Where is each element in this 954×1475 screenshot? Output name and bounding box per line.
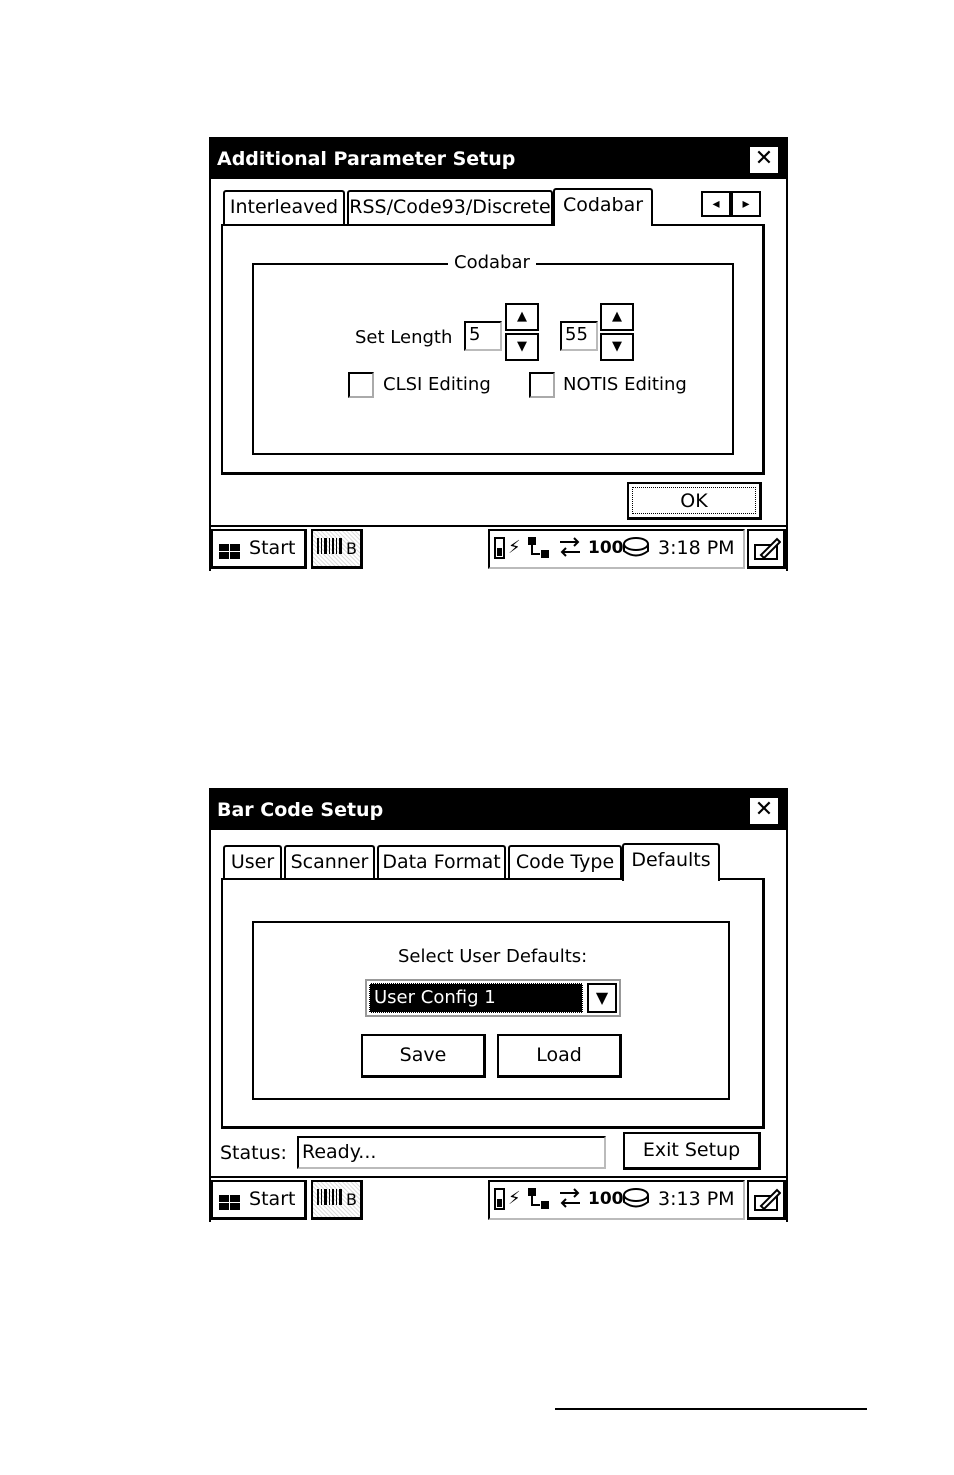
close-button[interactable]: ✕ (748, 796, 780, 826)
down-arrow-icon: ▼ (517, 339, 527, 354)
system-tray: ⚡ 100 3:18 PM (488, 529, 745, 569)
tab-interleaved[interactable]: Interleaved (223, 190, 345, 224)
input-panel-button[interactable] (747, 1180, 786, 1220)
windows-flag-icon (217, 539, 243, 559)
window-title-bar: Additional Parameter Setup ✕ (211, 139, 786, 179)
sync-arrows-icon (558, 536, 582, 565)
window-title: Bar Code Setup (217, 799, 384, 821)
clock-time: 3:13 PM (658, 1188, 735, 1210)
group-title: Codabar (448, 252, 536, 274)
tab-codabar[interactable]: Codabar (553, 188, 653, 226)
tab-panel-defaults: Select User Defaults: User Config 1 ▼ Sa… (221, 878, 765, 1129)
signal-strength-icon: 100 (588, 1189, 624, 1209)
up-arrow-icon: ▲ (517, 309, 527, 324)
taskbar: Start B ⚡ 100 3:18 PM (211, 525, 786, 571)
ok-button[interactable]: OK (627, 482, 762, 520)
input-panel-button[interactable] (747, 529, 786, 569)
ok-button-label: OK (632, 487, 756, 514)
window-title-bar: Bar Code Setup ✕ (211, 790, 786, 830)
tab-rss-code93-discrete[interactable]: RSS/Code93/Discrete (347, 190, 553, 224)
tab-code-type[interactable]: Code Type (508, 845, 622, 879)
chevron-right-icon: ▸ (742, 196, 750, 212)
start-label: Start (249, 537, 296, 559)
select-user-defaults-label: Select User Defaults: (398, 946, 588, 967)
disk-icon (622, 1187, 650, 1216)
disk-icon (622, 536, 650, 565)
close-button[interactable]: ✕ (748, 145, 780, 175)
notis-editing-checkbox[interactable] (529, 372, 555, 398)
min-length-up-button[interactable]: ▲ (505, 303, 539, 331)
chevron-down-icon: ▼ (595, 988, 609, 1007)
power-lightning-icon: ⚡ (508, 537, 521, 558)
start-label: Start (249, 1188, 296, 1210)
save-button[interactable]: Save (361, 1034, 486, 1078)
taskbar-app-label: B (346, 539, 357, 558)
bar-code-setup-window: Bar Code Setup ✕ User Scanner Data Forma… (209, 788, 788, 1222)
barcode-icon (316, 532, 346, 566)
pencil-keyboard-icon (753, 535, 782, 574)
clsi-editing-checkbox[interactable] (348, 372, 374, 398)
windows-flag-icon (217, 1190, 243, 1210)
down-arrow-icon: ▼ (612, 339, 622, 354)
battery-icon (492, 536, 508, 565)
tab-defaults[interactable]: Defaults (622, 843, 720, 881)
taskbar-app-button[interactable]: B (311, 1180, 363, 1220)
battery-icon (492, 1187, 508, 1216)
network-icon (526, 536, 552, 565)
tab-user[interactable]: User (223, 845, 282, 879)
tab-scanner[interactable]: Scanner (284, 845, 375, 879)
sync-arrows-icon (558, 1187, 582, 1216)
taskbar: Start B ⚡ 100 3:13 PM (211, 1176, 786, 1222)
user-defaults-dropdown[interactable]: User Config 1 ▼ (365, 979, 621, 1017)
power-lightning-icon: ⚡ (508, 1188, 521, 1209)
defaults-groupbox: Select User Defaults: User Config 1 ▼ Sa… (252, 921, 730, 1100)
min-length-down-button[interactable]: ▼ (505, 333, 539, 361)
taskbar-app-button[interactable]: B (311, 529, 363, 569)
dropdown-arrow-button[interactable]: ▼ (587, 983, 617, 1013)
chevron-left-icon: ◂ (712, 196, 720, 212)
start-button[interactable]: Start (211, 1180, 307, 1220)
codabar-groupbox: Codabar Set Length 5 ▲ ▼ 55 ▲ ▼ CLSI Edi… (252, 252, 734, 455)
dropdown-selected-value: User Config 1 (369, 983, 583, 1013)
footer-rule (555, 1408, 867, 1410)
clsi-editing-label: CLSI Editing (383, 374, 491, 395)
tab-data-format[interactable]: Data Format (377, 845, 506, 879)
system-tray: ⚡ 100 3:13 PM (488, 1180, 745, 1220)
additional-parameter-setup-window: Additional Parameter Setup ✕ Interleaved… (209, 137, 788, 571)
max-length-down-button[interactable]: ▼ (600, 333, 634, 361)
set-length-label: Set Length (355, 327, 453, 348)
max-length-up-button[interactable]: ▲ (600, 303, 634, 331)
clock-time: 3:18 PM (658, 537, 735, 559)
window-title: Additional Parameter Setup (217, 148, 516, 170)
status-field: Ready... (297, 1136, 606, 1169)
pencil-keyboard-icon (753, 1186, 782, 1225)
taskbar-app-label: B (346, 1190, 357, 1209)
up-arrow-icon: ▲ (612, 309, 622, 324)
max-length-input[interactable]: 55 (560, 321, 598, 351)
notis-editing-label: NOTIS Editing (563, 374, 687, 395)
barcode-icon (316, 1183, 346, 1217)
min-length-input[interactable]: 5 (464, 321, 502, 351)
load-button[interactable]: Load (497, 1034, 622, 1078)
tab-scroll-right-button[interactable]: ▸ (731, 191, 761, 217)
tab-panel-codabar: Codabar Set Length 5 ▲ ▼ 55 ▲ ▼ CLSI Edi… (221, 224, 765, 475)
network-icon (526, 1187, 552, 1216)
exit-setup-button[interactable]: Exit Setup (623, 1132, 761, 1170)
tab-scroll-left-button[interactable]: ◂ (701, 191, 731, 217)
status-label: Status: (220, 1142, 287, 1164)
signal-strength-icon: 100 (588, 538, 624, 558)
start-button[interactable]: Start (211, 529, 307, 569)
